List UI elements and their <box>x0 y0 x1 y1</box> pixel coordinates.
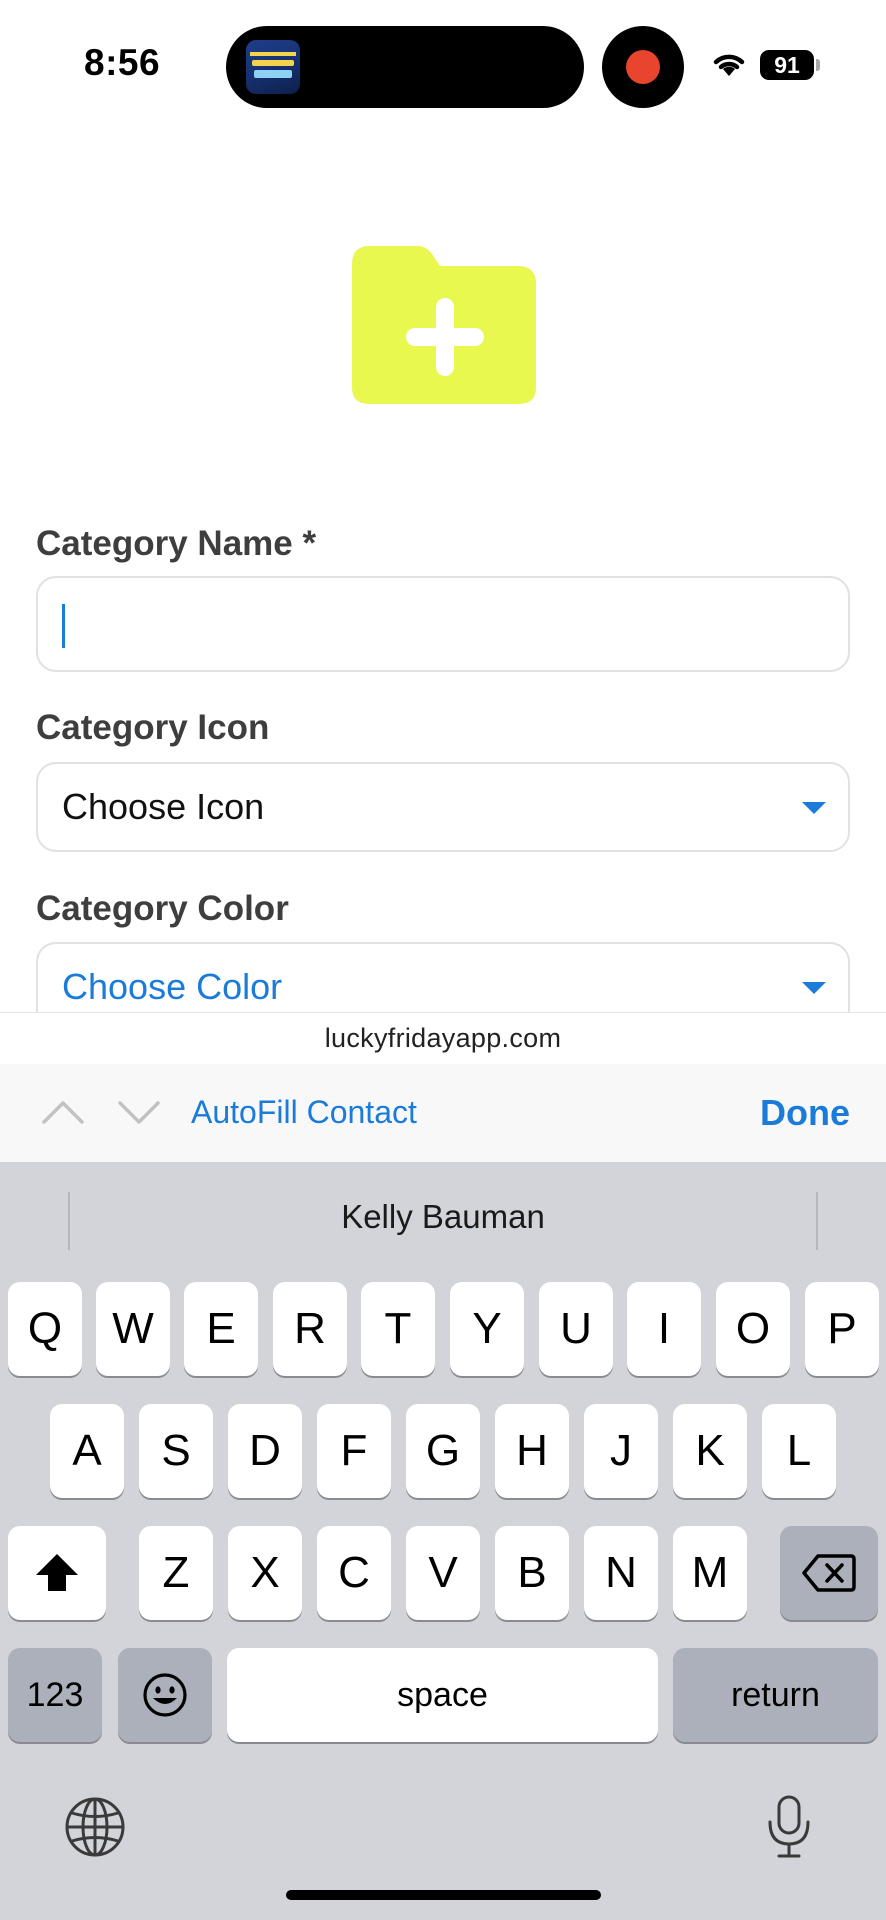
key-e[interactable]: E <box>184 1282 258 1376</box>
dropdown-arrow-icon <box>802 802 826 814</box>
category-icon-select[interactable]: Choose Icon <box>36 762 850 852</box>
website-bar[interactable]: luckyfridayapp.com <box>0 1012 886 1064</box>
shift-key[interactable] <box>8 1526 106 1620</box>
key-b[interactable]: B <box>495 1526 569 1620</box>
key-c[interactable]: C <box>317 1526 391 1620</box>
shift-icon <box>36 1554 78 1591</box>
key-a[interactable]: A <box>50 1404 124 1498</box>
key-x[interactable]: X <box>228 1526 302 1620</box>
key-d[interactable]: D <box>228 1404 302 1498</box>
microphone-icon[interactable] <box>764 1794 814 1860</box>
dynamic-island <box>226 26 584 108</box>
category-icon-value: Choose Icon <box>62 786 265 827</box>
key-i[interactable]: I <box>627 1282 701 1376</box>
category-color-value: Choose Color <box>62 966 283 1007</box>
chevron-down-icon[interactable] <box>116 1092 162 1132</box>
key-j[interactable]: J <box>584 1404 658 1498</box>
website-url: luckyfridayapp.com <box>324 1023 562 1053</box>
key-m[interactable]: M <box>673 1526 747 1620</box>
delete-key[interactable] <box>780 1526 878 1620</box>
key-r[interactable]: R <box>273 1282 347 1376</box>
key-p[interactable]: P <box>805 1282 879 1376</box>
suggestion-kelly-bauman[interactable]: Kelly Bauman <box>0 1198 886 1236</box>
emoji-key[interactable] <box>118 1648 212 1742</box>
battery-icon: 91 <box>760 50 814 80</box>
category-name-input[interactable] <box>36 576 850 672</box>
autofill-contact-button[interactable]: AutoFill Contact <box>191 1094 417 1131</box>
numbers-key[interactable]: 123 <box>8 1648 102 1742</box>
key-f[interactable]: F <box>317 1404 391 1498</box>
key-w[interactable]: W <box>96 1282 170 1376</box>
key-y[interactable]: Y <box>450 1282 524 1376</box>
key-q[interactable]: Q <box>8 1282 82 1376</box>
done-button[interactable]: Done <box>760 1092 850 1134</box>
key-o[interactable]: O <box>716 1282 790 1376</box>
folder-plus-icon <box>352 246 536 404</box>
globe-icon[interactable] <box>64 1796 126 1858</box>
key-u[interactable]: U <box>539 1282 613 1376</box>
backspace-icon <box>802 1554 856 1592</box>
home-indicator <box>286 1890 601 1900</box>
battery-cap <box>816 59 820 71</box>
key-s[interactable]: S <box>139 1404 213 1498</box>
return-key[interactable]: return <box>673 1648 878 1742</box>
suggestion-divider <box>816 1192 818 1250</box>
space-key[interactable]: space <box>227 1648 658 1742</box>
key-n[interactable]: N <box>584 1526 658 1620</box>
podcast-artwork <box>246 40 300 94</box>
chevron-up-icon[interactable] <box>40 1092 86 1132</box>
key-t[interactable]: T <box>361 1282 435 1376</box>
screen-recording-indicator <box>602 26 684 108</box>
key-h[interactable]: H <box>495 1404 569 1498</box>
dropdown-arrow-icon <box>802 982 826 994</box>
key-g[interactable]: G <box>406 1404 480 1498</box>
category-color-label: Category Color <box>36 889 289 928</box>
keyboard-accessory-toolbar: AutoFill Contact Done <box>0 1064 886 1162</box>
key-l[interactable]: L <box>762 1404 836 1498</box>
record-dot-icon <box>626 50 660 84</box>
emoji-icon <box>143 1673 187 1717</box>
text-cursor <box>62 604 65 648</box>
category-icon-label: Category Icon <box>36 708 270 747</box>
status-time: 8:56 <box>84 42 161 83</box>
key-v[interactable]: V <box>406 1526 480 1620</box>
key-k[interactable]: K <box>673 1404 747 1498</box>
status-bar: 8:56 91 <box>0 0 886 120</box>
key-z[interactable]: Z <box>139 1526 213 1620</box>
wifi-icon <box>713 54 745 76</box>
category-name-label: Category Name * <box>36 524 317 563</box>
